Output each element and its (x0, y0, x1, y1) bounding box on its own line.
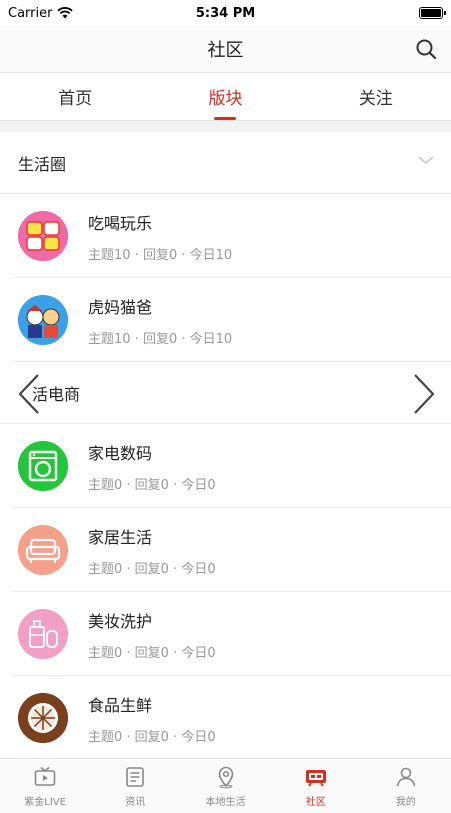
tab-bar-news[interactable]: 资讯 (90, 759, 180, 813)
board-stats: 主题0 · 回复0 · 今日0 (88, 645, 216, 661)
status-carrier: Carrier (8, 5, 74, 21)
board-stats: 主题10 · 回复0 · 今日10 (88, 247, 233, 263)
tab-bar-label: 我的 (395, 796, 416, 808)
food-fun-icon (18, 211, 68, 261)
section-header-ecommerce[interactable]: 活电商 (0, 362, 451, 424)
carrier-label: Carrier (8, 5, 53, 21)
status-bar: Carrier 5:34 PM (0, 0, 451, 26)
tab-home[interactable]: 首页 (0, 73, 150, 120)
section-header-life-circle[interactable]: 生活圈 (0, 132, 451, 194)
search-icon (416, 39, 437, 60)
board-name: 家电数码 (88, 443, 153, 463)
sofa-icon (18, 525, 68, 575)
segment-tabs: 首页 版块 关注 (0, 72, 451, 121)
list-item-home-living[interactable]: 家居生活 主题0 · 回复0 · 今日0 (0, 508, 451, 592)
tab-bar-live[interactable]: 紫金LIVE (0, 759, 90, 813)
news-icon (126, 766, 145, 787)
board-name: 吃喝玩乐 (88, 213, 153, 233)
section-gap (0, 121, 451, 132)
board-stats: 主题0 · 回复0 · 今日0 (88, 477, 216, 493)
chevron-right-icon (412, 372, 436, 416)
tab-bar-profile[interactable]: 我的 (361, 759, 451, 813)
list-item-cosmetics[interactable]: 美妆洗护 主题0 · 回复0 · 今日0 (0, 592, 451, 676)
profile-icon (396, 767, 416, 786)
tab-following[interactable]: 关注 (301, 73, 451, 120)
chevron-left-icon (17, 372, 41, 416)
bottom-tab-bar: 紫金LIVE 资讯 本地生活 社区 我的 (0, 758, 451, 813)
previous-arrow[interactable] (14, 372, 44, 416)
board-name: 虎妈猫爸 (88, 297, 153, 317)
tab-bar-local-life[interactable]: 本地生活 (180, 759, 270, 813)
tab-bar-label: 紫金LIVE (24, 796, 66, 808)
section-title: 生活圈 (18, 154, 67, 174)
wifi-icon (57, 7, 74, 19)
cosmetics-icon (18, 609, 68, 659)
tab-boards[interactable]: 版块 (150, 73, 300, 120)
parents-icon (18, 295, 68, 345)
community-icon (305, 769, 326, 786)
next-arrow[interactable] (409, 372, 439, 416)
tab-bar-label: 社区 (305, 796, 326, 808)
battery-icon (419, 7, 446, 19)
list-item-parents[interactable]: 虎妈猫爸 主题10 · 回复0 · 今日10 (0, 278, 451, 362)
chevron-down-icon[interactable] (417, 154, 435, 166)
tab-bar-label: 资讯 (125, 796, 146, 808)
list-item-appliances[interactable]: 家电数码 主题0 · 回复0 · 今日0 (0, 424, 451, 508)
location-icon (218, 766, 233, 788)
citrus-icon (18, 693, 68, 743)
board-name: 美妆洗护 (88, 611, 153, 631)
list-item-food-fun[interactable]: 吃喝玩乐 主题10 · 回复0 · 今日10 (0, 194, 451, 278)
nav-bar: 社区 (0, 26, 451, 72)
tab-bar-community[interactable]: 社区 (271, 759, 361, 813)
board-name: 食品生鲜 (88, 695, 153, 715)
board-stats: 主题0 · 回复0 · 今日0 (88, 729, 216, 745)
tv-icon (34, 766, 56, 786)
board-list[interactable]: 生活圈 吃喝玩乐 主题10 · 回复0 · 今日10 虎妈猫爸 主题10 · 回… (0, 132, 451, 758)
search-button[interactable] (413, 36, 439, 62)
list-item-fresh-food[interactable]: 食品生鲜 主题0 · 回复0 · 今日0 (0, 676, 451, 758)
page-title: 社区 (207, 40, 244, 61)
board-stats: 主题10 · 回复0 · 今日10 (88, 331, 233, 347)
tab-bar-label: 本地生活 (205, 796, 246, 808)
board-name: 家居生活 (88, 527, 153, 547)
washing-machine-icon (18, 441, 68, 491)
board-stats: 主题0 · 回复0 · 今日0 (88, 561, 216, 577)
